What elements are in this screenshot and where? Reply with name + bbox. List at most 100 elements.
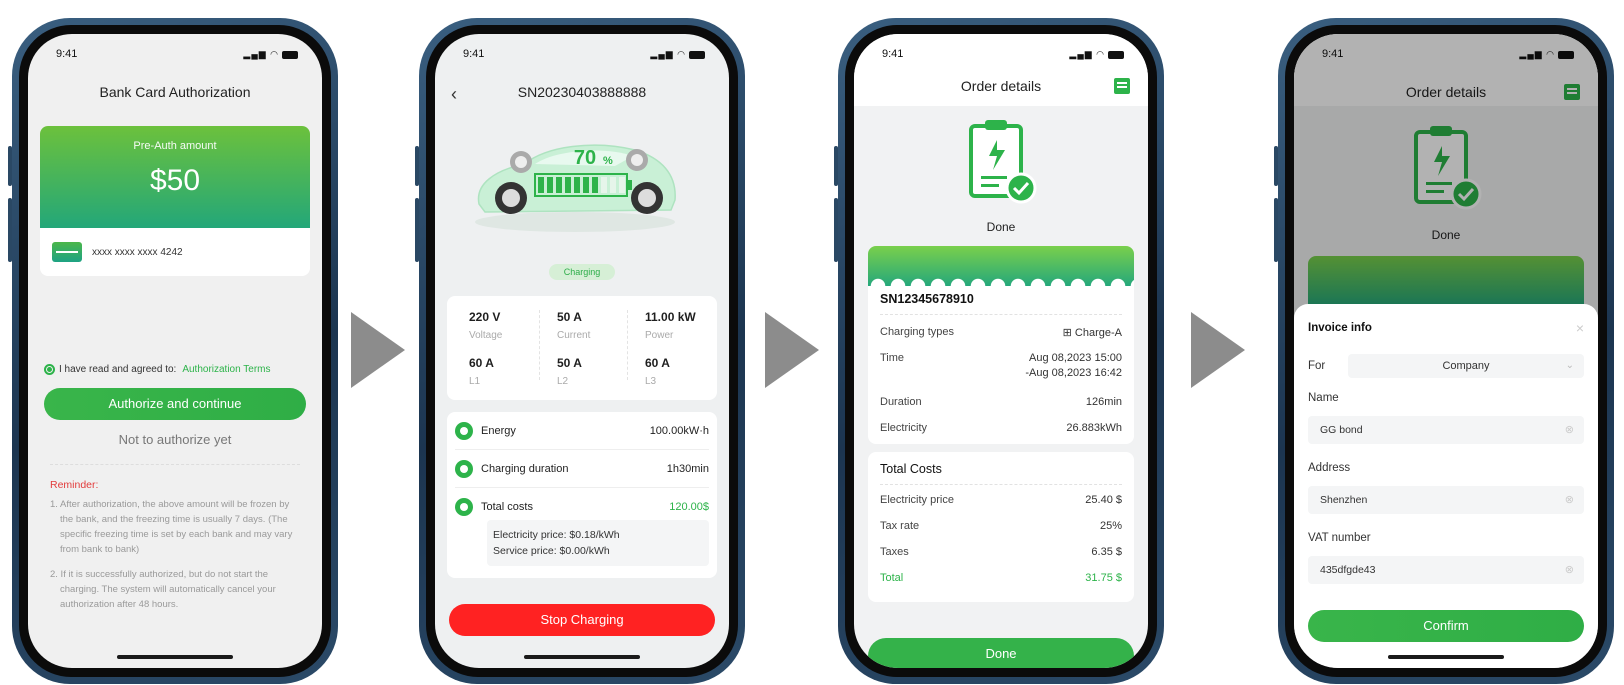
divider xyxy=(50,464,300,465)
status-time: 9:41 xyxy=(882,48,904,60)
page-title: Bank Card Authorization xyxy=(99,84,251,100)
stop-charging-button[interactable]: Stop Charging xyxy=(449,604,715,636)
reminder-block: Reminder: 1. After authorization, the ab… xyxy=(50,478,304,622)
name-field[interactable]: GG bond ⊗ xyxy=(1308,416,1584,444)
metric-voltage: 220 V Voltage xyxy=(469,310,503,341)
card-number: xxxx xxxx xxxx 4242 xyxy=(92,246,183,258)
divider xyxy=(627,310,628,380)
address-value: Shenzhen xyxy=(1320,494,1368,506)
divider xyxy=(880,314,1122,315)
reminder-item: 2. If it is successfully authorized, but… xyxy=(50,569,276,610)
for-value: Company xyxy=(1442,360,1490,372)
clipboard-check-icon xyxy=(969,120,1037,204)
name-value: GG bond xyxy=(1320,424,1363,436)
taxes-value: 6.35 $ xyxy=(1091,546,1122,558)
vat-value: 435dfgde43 xyxy=(1320,564,1376,576)
order-sn: SN12345678910 xyxy=(880,292,974,306)
price-row: Electricity price 25.40 $ xyxy=(880,494,1122,506)
close-icon[interactable]: × xyxy=(1576,320,1584,336)
duration-row: Duration 126min xyxy=(880,396,1122,408)
status-badge: Charging xyxy=(549,264,615,280)
home-indicator xyxy=(1388,655,1504,659)
time-row: Time Aug 08,2023 15:00 -Aug 08,2023 16:42 xyxy=(880,352,1122,379)
battery-segment xyxy=(619,177,625,193)
status-bar: 9:41 ▂▄▆ ◠ xyxy=(463,48,705,62)
charging-types-value: Charge-A xyxy=(1074,327,1122,339)
time-end: -Aug 08,2023 16:42 xyxy=(1025,367,1122,379)
bank-card-row[interactable]: xxxx xxxx xxxx 4242 xyxy=(40,228,310,276)
duration-row: Charging duration 1h30min xyxy=(455,450,709,488)
phone-bank-card-authorization: 9:41 ▂▄▆ ◠ Bank Card Authorization Pre-Au… xyxy=(8,18,338,684)
duration-value: 126min xyxy=(1085,396,1122,408)
battery-segment xyxy=(565,177,571,193)
vat-field[interactable]: 435dfgde43 ⊗ xyxy=(1308,556,1584,584)
divider xyxy=(539,310,540,380)
phone-charging-status: 9:41 ▂▄▆ ◠ ‹ SN20230403888888 70 % Chargi… xyxy=(415,18,745,684)
address-label: Address xyxy=(1308,462,1351,474)
flow-arrow-icon xyxy=(351,312,405,388)
electricity-value: 26.883kWh xyxy=(1066,422,1122,434)
for-select[interactable]: Company ⌄ xyxy=(1348,354,1584,378)
battery-percent: 70 xyxy=(574,147,596,169)
receipt-icon[interactable] xyxy=(1114,78,1130,94)
battery-segment xyxy=(592,177,598,193)
metric-l3: 60 A L3 xyxy=(645,356,670,387)
address-field[interactable]: Shenzhen ⊗ xyxy=(1308,486,1584,514)
phone-order-details: 9:41 ▂▄▆ ◠ Order details Done SN123456789… xyxy=(834,18,1164,684)
battery-segment xyxy=(610,177,616,193)
total-costs-card: Total Costs Electricity price 25.40 $ Tax… xyxy=(868,452,1134,602)
time-start: Aug 08,2023 15:00 xyxy=(1029,352,1122,364)
agree-radio[interactable] xyxy=(44,364,55,375)
preauth-label: Pre-Auth amount xyxy=(133,140,217,152)
authorization-terms-link[interactable]: Authorization Terms xyxy=(182,364,270,375)
battery-segment xyxy=(556,177,562,193)
agree-text: I have read and agreed to: xyxy=(59,364,177,375)
clear-icon[interactable]: ⊗ xyxy=(1565,556,1574,584)
status-bar: 9:41 ▂▄▆ ◠ xyxy=(882,48,1124,62)
battery-unit: % xyxy=(603,155,613,167)
battery-segment xyxy=(547,177,553,193)
preauth-card: Pre-Auth amount $50 xxxx xxxx xxxx 4242 xyxy=(40,126,310,276)
energy-icon xyxy=(455,421,473,440)
home-indicator xyxy=(524,655,640,659)
costs-value: 120.00$ xyxy=(669,501,709,513)
car-battery-illustration: 70 % xyxy=(475,144,676,232)
done-button[interactable]: Done xyxy=(868,638,1134,668)
flow-arrow-icon xyxy=(1191,312,1245,388)
metric-power: 11.00 kW Power xyxy=(645,310,696,341)
preauth-amount: $50 xyxy=(149,164,201,197)
total-value: 31.75 $ xyxy=(1085,572,1122,584)
clear-icon[interactable]: ⊗ xyxy=(1565,486,1574,514)
metric-current: 50 A Current xyxy=(557,310,591,341)
electricity-row: Electricity 26.883kWh xyxy=(880,422,1122,434)
battery-segment xyxy=(538,177,544,193)
tax-rate-row: Tax rate 25% xyxy=(880,520,1122,532)
battery-segment xyxy=(574,177,580,193)
status-time: 9:41 xyxy=(463,48,485,60)
header xyxy=(854,34,1148,106)
taxes-row: Taxes 6.35 $ xyxy=(880,546,1122,558)
duration-label: Charging duration xyxy=(481,462,569,475)
not-authorize-link[interactable]: Not to authorize yet xyxy=(28,432,322,447)
flow-arrow-icon xyxy=(765,312,819,388)
status-time: 9:41 xyxy=(56,48,78,60)
confirm-button[interactable]: Confirm xyxy=(1308,610,1584,642)
agreement-row: I have read and agreed to: Authorization… xyxy=(44,364,271,375)
clear-icon[interactable]: ⊗ xyxy=(1565,416,1574,444)
reminder-title: Reminder: xyxy=(50,479,99,491)
authorize-button[interactable]: Authorize and continue xyxy=(44,388,306,420)
total-row: Total 31.75 $ xyxy=(880,572,1122,584)
total-costs-title: Total Costs xyxy=(880,462,942,476)
service-price: Service price: $0.00/kWh xyxy=(493,545,610,557)
chevron-down-icon: ⌄ xyxy=(1565,360,1574,371)
coin-icon xyxy=(455,498,473,516)
electricity-price: Electricity price: $0.18/kWh xyxy=(493,529,620,541)
energy-value: 100.00kW·h xyxy=(649,424,709,437)
reminder-item: 1. After authorization, the above amount… xyxy=(50,499,293,555)
metric-l1: 60 A L1 xyxy=(469,356,494,387)
battery-segment xyxy=(583,177,589,193)
page-title: Order details xyxy=(960,78,1042,94)
bank-card-icon xyxy=(52,242,82,262)
energy-label: Energy xyxy=(481,424,516,437)
tax-rate-value: 25% xyxy=(1099,520,1122,532)
